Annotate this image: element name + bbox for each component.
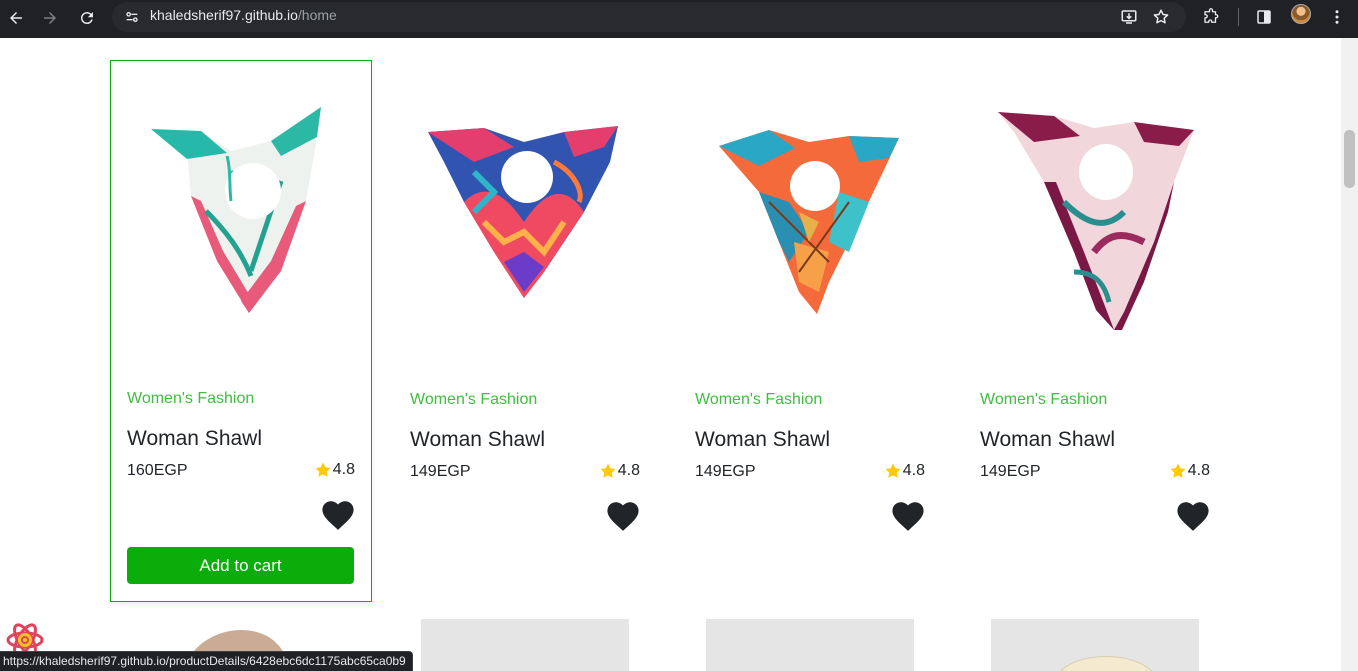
reload-button[interactable] [73,4,101,32]
back-icon [10,12,22,24]
product-image[interactable] [984,102,1204,337]
product-card[interactable]: Women's Fashion Woman Shawl 160EGP 4.8 A… [110,60,372,602]
reload-icon [80,12,93,25]
product-rating: 4.8 [884,462,925,480]
bookmark-button[interactable] [1149,5,1173,29]
product-title: Woman Shawl [410,428,546,451]
bookmark-star-icon [1153,9,1169,24]
chrome-menu-button[interactable] [1325,5,1349,29]
product-title: Woman Shawl [980,428,1116,451]
product-price: 149EGP [695,463,756,480]
forward-button[interactable] [36,4,64,32]
product-price: 149EGP [410,463,471,480]
star-icon [885,463,901,478]
side-panel-button[interactable] [1252,5,1276,29]
product-image-shape [1060,656,1152,671]
star-icon [600,463,616,478]
page-viewport: Women's Fashion Woman Shawl 160EGP 4.8 A… [0,38,1341,671]
star-icon [1170,463,1186,478]
product-image[interactable] [706,619,914,671]
status-bar-url: https://khaledsherif97.github.io/product… [0,651,413,671]
product-rating: 4.8 [314,461,355,479]
heart-icon[interactable] [606,500,640,532]
heart-icon[interactable] [321,499,355,531]
rating-value: 4.8 [1187,462,1210,479]
product-category: Women's Fashion [980,391,1108,408]
url-domain: khaledsherif97.github.io [150,7,298,23]
profile-avatar[interactable] [1291,4,1311,24]
product-rating: 4.8 [1169,462,1210,480]
product-price: 149EGP [980,463,1041,480]
product-title: Woman Shawl [695,428,831,451]
url-text[interactable]: khaledsherif97.github.io/home [150,7,337,23]
product-image[interactable] [414,102,634,337]
toolbar-separator [1238,8,1239,26]
product-card[interactable]: Women's Fashion Woman Shawl 149EGP 4.8 [964,62,1226,604]
product-card[interactable]: Women's Fashion Woman Shawl 149EGP 4.8 [394,62,656,604]
product-image[interactable] [699,102,919,337]
product-category: Women's Fashion [127,390,255,407]
product-image[interactable] [991,619,1199,671]
rating-value: 4.8 [332,461,355,478]
install-icon [1121,10,1137,24]
product-image[interactable] [421,619,629,671]
scrollbar-thumb[interactable] [1344,130,1355,188]
rating-value: 4.8 [902,462,925,479]
forward-icon [44,12,56,24]
product-category: Women's Fashion [695,391,823,408]
star-icon [315,462,331,477]
extensions-icon [1204,8,1219,23]
heart-icon[interactable] [1176,500,1210,532]
browser-toolbar: khaledsherif97.github.io/home [0,0,1358,38]
product-image[interactable] [131,101,351,336]
rating-value: 4.8 [617,462,640,479]
url-path: /home [297,7,337,23]
product-card[interactable]: Women's Fashion Woman Shawl 149EGP 4.8 [679,62,941,604]
side-panel-icon [1257,10,1271,24]
site-info-icon [126,12,138,22]
add-to-cart-button[interactable]: Add to cart [127,547,354,584]
product-title: Woman Shawl [127,427,263,450]
site-info-button[interactable] [120,5,144,29]
install-app-button[interactable] [1117,5,1141,29]
product-price: 160EGP [127,462,188,479]
back-button[interactable] [2,4,30,32]
extensions-button[interactable] [1199,5,1223,29]
heart-icon[interactable] [891,500,925,532]
menu-icon [1335,10,1339,24]
product-category: Women's Fashion [410,391,538,408]
product-rating: 4.8 [599,462,640,480]
